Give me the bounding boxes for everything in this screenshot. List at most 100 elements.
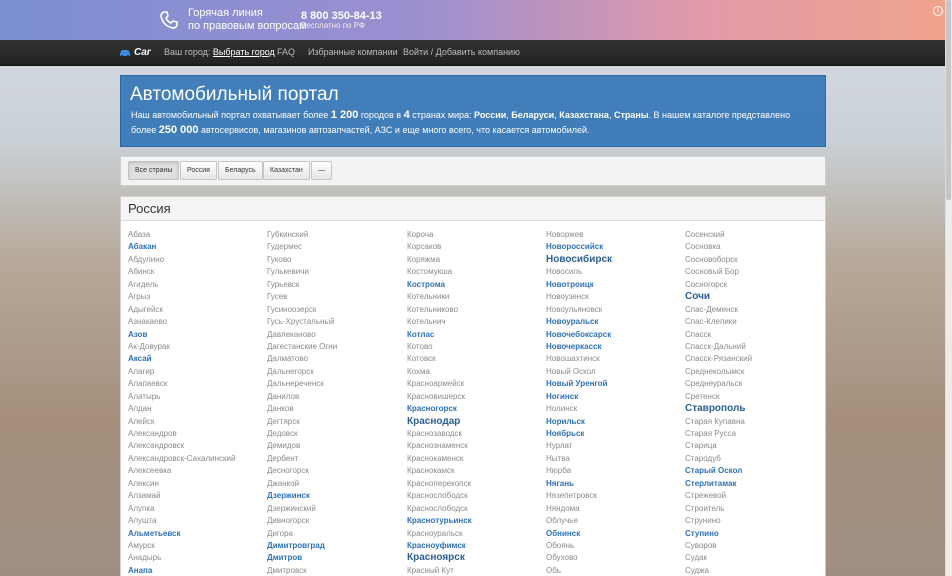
city-link[interactable]: Дигора <box>267 528 402 540</box>
city-link[interactable]: Новоузенск <box>546 291 681 303</box>
city-link[interactable]: Краснозаводск <box>407 428 542 440</box>
city-link[interactable]: Новотроицк <box>546 279 681 291</box>
city-link[interactable]: Азов <box>128 329 263 341</box>
city-link[interactable]: Котельниково <box>407 304 542 316</box>
city-link[interactable]: Анапа <box>128 565 263 576</box>
city-link[interactable]: Азнакаево <box>128 316 263 328</box>
city-link[interactable]: Облучье <box>546 515 681 527</box>
filter-russia[interactable]: Россия <box>180 161 217 180</box>
city-link[interactable]: Дегтярск <box>267 416 402 428</box>
city-link[interactable]: Спас-Деменск <box>685 304 820 316</box>
city-link[interactable]: Абинск <box>128 266 263 278</box>
city-link[interactable]: Обь <box>546 565 681 576</box>
filter-kazakhstan[interactable]: Казахстан <box>263 161 310 180</box>
city-link[interactable]: Дзержинск <box>267 490 402 502</box>
city-link[interactable]: Новый Уренгой <box>546 378 681 390</box>
city-link[interactable]: Ноябрьск <box>546 428 681 440</box>
city-link[interactable]: Строитель <box>685 503 820 515</box>
city-link[interactable]: Няндома <box>546 503 681 515</box>
city-link[interactable]: Красноярск <box>407 552 542 564</box>
city-link[interactable]: Алзамай <box>128 490 263 502</box>
city-link[interactable]: Дальнегорск <box>267 366 402 378</box>
city-link[interactable]: Красноармейск <box>407 378 542 390</box>
city-link[interactable]: Агрыз <box>128 291 263 303</box>
city-link[interactable]: Адыгейск <box>128 304 263 316</box>
city-link[interactable]: Краснокамск <box>407 465 542 477</box>
city-link[interactable]: Дмитров <box>267 552 402 564</box>
city-link[interactable]: Сосновка <box>685 241 820 253</box>
city-link[interactable]: Спас-Клепики <box>685 316 820 328</box>
city-link[interactable]: Котлас <box>407 329 542 341</box>
city-link[interactable]: Дальнереченск <box>267 378 402 390</box>
city-link[interactable]: Нягань <box>546 478 681 490</box>
city-link[interactable]: Алатырь <box>128 391 263 403</box>
city-link[interactable]: Абдулино <box>128 254 263 266</box>
city-link[interactable]: Нолинск <box>546 403 681 415</box>
city-link[interactable]: Новосиль <box>546 266 681 278</box>
city-link[interactable]: Алексин <box>128 478 263 490</box>
city-link[interactable]: Далматово <box>267 353 402 365</box>
city-link[interactable]: Дзержинский <box>267 503 402 515</box>
city-link[interactable]: Димитровград <box>267 540 402 552</box>
scrollbar-thumb[interactable] <box>946 0 951 200</box>
city-link[interactable]: Алапаевск <box>128 378 263 390</box>
city-link[interactable]: Спасск-Дальний <box>685 341 820 353</box>
city-link[interactable]: Котовск <box>407 353 542 365</box>
city-link[interactable]: Новоульяновск <box>546 304 681 316</box>
city-link[interactable]: Сосновый Бор <box>685 266 820 278</box>
city-link[interactable]: Гурьевск <box>267 279 402 291</box>
filter-other[interactable]: — <box>311 161 332 180</box>
city-link[interactable]: Красногорск <box>407 403 542 415</box>
city-link[interactable]: Краснокаменск <box>407 453 542 465</box>
city-link[interactable]: Альметьевск <box>128 528 263 540</box>
info-icon[interactable]: i <box>933 6 943 16</box>
city-link[interactable]: Алушта <box>128 515 263 527</box>
city-link[interactable]: Обухово <box>546 552 681 564</box>
city-link[interactable]: Александровск <box>128 440 263 452</box>
city-link[interactable]: Нязепетровск <box>546 490 681 502</box>
city-link[interactable]: Нюрба <box>546 465 681 477</box>
city-link[interactable]: Новоржев <box>546 229 681 241</box>
city-link[interactable]: Дивногорск <box>267 515 402 527</box>
city-link[interactable]: Александровск-Сахалинский <box>128 453 263 465</box>
city-link[interactable]: Абаза <box>128 229 263 241</box>
city-link[interactable]: Алагир <box>128 366 263 378</box>
city-link[interactable]: Алупка <box>128 503 263 515</box>
city-link[interactable]: Гуково <box>267 254 402 266</box>
city-link[interactable]: Ставрополь <box>685 403 820 415</box>
city-link[interactable]: Губкинский <box>267 229 402 241</box>
city-link[interactable]: Алдан <box>128 403 263 415</box>
city-link[interactable]: Стародуб <box>685 453 820 465</box>
filter-all-countries[interactable]: Все страны <box>128 161 180 180</box>
city-link[interactable]: Стрежевой <box>685 490 820 502</box>
city-link[interactable]: Новочеркасск <box>546 341 681 353</box>
city-link[interactable]: Коряжма <box>407 254 542 266</box>
city-link[interactable]: Амурск <box>128 540 263 552</box>
city-link[interactable]: Новоуральск <box>546 316 681 328</box>
city-link[interactable]: Ак-Довурак <box>128 341 263 353</box>
city-link[interactable]: Новочебоксарск <box>546 329 681 341</box>
city-link[interactable]: Сосенский <box>685 229 820 241</box>
city-link[interactable]: Сосновоборск <box>685 254 820 266</box>
city-link[interactable]: Ступино <box>685 528 820 540</box>
city-link[interactable]: Корсаков <box>407 241 542 253</box>
brand-logo[interactable]: Car <box>134 47 151 58</box>
city-link[interactable]: Струнино <box>685 515 820 527</box>
city-link[interactable]: Среднеколымск <box>685 366 820 378</box>
city-link[interactable]: Гусь-Хрустальный <box>267 316 402 328</box>
city-link[interactable]: Старый Оскол <box>685 465 820 477</box>
city-link[interactable]: Короча <box>407 229 542 241</box>
city-link[interactable]: Алексеевка <box>128 465 263 477</box>
car-icon[interactable] <box>119 48 131 58</box>
nav-favorites-link[interactable]: Избранные компании <box>308 47 398 57</box>
city-link[interactable]: Дедовск <box>267 428 402 440</box>
city-link[interactable]: Котельники <box>407 291 542 303</box>
city-link[interactable]: Демидов <box>267 440 402 452</box>
city-link[interactable]: Краснослободск <box>407 490 542 502</box>
city-link[interactable]: Старица <box>685 440 820 452</box>
city-link[interactable]: Дмитровск <box>267 565 402 576</box>
city-link[interactable]: Новороссийск <box>546 241 681 253</box>
city-link[interactable]: Краснослободск <box>407 503 542 515</box>
city-link[interactable]: Сретенск <box>685 391 820 403</box>
city-link[interactable]: Аксай <box>128 353 263 365</box>
